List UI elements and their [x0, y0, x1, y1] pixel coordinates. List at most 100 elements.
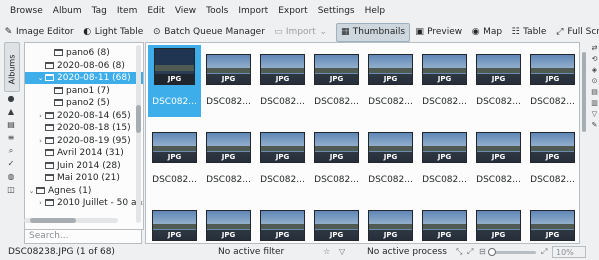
- tree-scroll-thumb[interactable]: [136, 105, 141, 133]
- chevron-down-icon[interactable]: ⌄: [27, 185, 36, 197]
- albums-tab[interactable]: Albums: [4, 42, 20, 92]
- chevron-right-icon[interactable]: ›: [36, 135, 45, 147]
- tree-vertical-scrollbar[interactable]: [136, 45, 141, 223]
- tree-item[interactable]: pano1 (7): [25, 85, 143, 97]
- tag-icon[interactable]: ●: [6, 94, 16, 104]
- tree-item[interactable]: Mai 2010 (21): [25, 172, 143, 184]
- light-table-button[interactable]: ◐ Light Table: [79, 24, 148, 41]
- thumbnail-item[interactable]: JPG: [256, 201, 309, 243]
- folder-icon: [45, 111, 54, 119]
- tree-item-label: 2010 Juillet - 50 ans: [57, 198, 144, 208]
- thumbnail-item[interactable]: JPG DSC082...: [526, 45, 579, 117]
- zoom-slider[interactable]: [488, 248, 536, 256]
- tree-item[interactable]: Juin 2014 (28): [25, 160, 143, 172]
- menu-item[interactable]: Item: [112, 0, 143, 22]
- geolocation-icon[interactable]: ⊙: [590, 77, 599, 85]
- menu-settings[interactable]: Settings: [313, 0, 360, 22]
- tree-item[interactable]: › 2010 Juillet - 50 ans: [25, 197, 144, 209]
- chevron-down-icon[interactable]: ⌄: [36, 72, 45, 84]
- import-button[interactable]: ▭ Import ⌄: [270, 24, 335, 41]
- thumbnail-item[interactable]: JPG DSC082...: [364, 45, 417, 117]
- thumbnail-item[interactable]: JPG DSC082...: [310, 123, 363, 195]
- menu-view[interactable]: View: [170, 0, 201, 22]
- album-search-input[interactable]: Search...: [24, 229, 142, 244]
- thumbnail-item[interactable]: JPG DSC082...: [364, 123, 417, 195]
- grid-scrollbar[interactable]: [582, 52, 586, 132]
- thumbnail-item[interactable]: JPG DSC082...: [418, 123, 471, 195]
- tree-item[interactable]: 2020-08-18 (15): [25, 122, 143, 134]
- jpg-badge: JPG: [369, 74, 412, 84]
- zoom-out-icon[interactable]: ⊟: [479, 244, 486, 260]
- menu-album[interactable]: Album: [48, 0, 87, 22]
- timeline-icon[interactable]: ≡: [6, 133, 16, 143]
- thumbnail-image: JPG: [206, 54, 251, 85]
- zoom-slider-knob[interactable]: [488, 248, 496, 256]
- people-icon[interactable]: ◫: [6, 185, 16, 195]
- tree-hscroll-thumb[interactable]: [30, 218, 76, 223]
- preview-button[interactable]: ▣ Preview: [411, 24, 466, 41]
- image-editor-button[interactable]: ✎ Image Editor: [0, 24, 78, 41]
- menu-edit[interactable]: Edit: [142, 0, 169, 22]
- dates-icon[interactable]: ▤: [6, 120, 16, 130]
- thumbnail-item[interactable]: JPG: [526, 201, 579, 243]
- fuzzy-search-icon[interactable]: ✓: [6, 159, 16, 169]
- thumbnail-item[interactable]: JPG: [418, 201, 471, 243]
- tree-item-label: pano2 (5): [66, 98, 110, 108]
- full-screen-button[interactable]: ⤢Full Screen: [551, 24, 599, 41]
- zoom-level[interactable]: 10%: [552, 246, 586, 258]
- zoom-fit-icon[interactable]: ⤢: [467, 244, 473, 260]
- tree-item[interactable]: pano2 (5): [25, 97, 143, 109]
- menu-tools[interactable]: Tools: [201, 0, 233, 22]
- properties-icon[interactable]: ⇄: [590, 44, 599, 52]
- batch-queue-button[interactable]: ⊙ Batch Queue Manager: [148, 24, 269, 41]
- thumbnails-button[interactable]: ▦ Thumbnails: [335, 22, 411, 42]
- menu-export[interactable]: Export: [273, 0, 312, 22]
- map-search-icon[interactable]: ◍: [6, 172, 16, 182]
- chevron-right-icon[interactable]: ›: [36, 110, 45, 122]
- thumbnail-item[interactable]: JPG DSC082...: [256, 123, 309, 195]
- thumbnail-item[interactable]: JPG: [148, 201, 201, 243]
- colors-icon[interactable]: ◈: [590, 66, 599, 74]
- search-icon[interactable]: ⌕: [6, 146, 16, 156]
- menu-import[interactable]: Import: [233, 0, 273, 22]
- thumbnail-item[interactable]: JPG DSC082...: [526, 123, 579, 195]
- thumbnail-item[interactable]: JPG DSC082...: [418, 45, 471, 117]
- thumbnail-item[interactable]: JPG: [310, 201, 363, 243]
- tree-item[interactable]: ⌄ 2020-08-11 (68): [25, 72, 143, 84]
- tree-item[interactable]: ⌄ Agnes (1): [25, 185, 143, 197]
- funnel-icon[interactable]: ▽: [339, 244, 345, 260]
- star-filter-icon[interactable]: ☆: [323, 244, 330, 260]
- thumbnail-item[interactable]: JPG DSC082...: [202, 123, 255, 195]
- metadata-icon[interactable]: ⟲: [590, 55, 599, 63]
- thumbnail-item[interactable]: JPG: [202, 201, 255, 243]
- thumbnail-item[interactable]: JPG: [472, 201, 525, 243]
- tree-item[interactable]: › 2020-08-19 (95): [25, 135, 143, 147]
- menu-tag[interactable]: Tag: [87, 0, 112, 22]
- map-button[interactable]: ◉ Map: [467, 24, 506, 41]
- thumbnail-item[interactable]: JPG DSC082...: [148, 45, 201, 117]
- chevron-right-icon[interactable]: ›: [36, 197, 45, 209]
- thumbnail-item[interactable]: JPG DSC082...: [202, 45, 255, 117]
- labels-icon[interactable]: ▲: [6, 107, 16, 117]
- filters-icon[interactable]: ▽: [590, 110, 599, 118]
- tree-item[interactable]: pano6 (8): [25, 47, 143, 59]
- zoom-in-icon[interactable]: ⤢: [541, 244, 547, 260]
- thumbnail-item[interactable]: JPG DSC082...: [472, 45, 525, 117]
- menu-help[interactable]: Help: [360, 0, 391, 22]
- thumbnail-item[interactable]: JPG DSC082...: [148, 123, 201, 195]
- menu-browse[interactable]: Browse: [0, 0, 48, 22]
- tree-item[interactable]: Avril 2014 (31): [25, 147, 143, 159]
- thumbnail-item[interactable]: JPG: [364, 201, 417, 243]
- thumbnail-item[interactable]: JPG DSC082...: [310, 45, 363, 117]
- tree-item-label: pano1 (7): [66, 85, 110, 96]
- table-button[interactable]: ☷ Table: [507, 24, 550, 41]
- thumbnail-item[interactable]: JPG DSC082...: [472, 123, 525, 195]
- tree-item[interactable]: 2020-08-06 (8): [25, 60, 143, 72]
- captions-icon[interactable]: ▤: [590, 88, 599, 96]
- versions-icon[interactable]: ▥: [590, 99, 599, 107]
- tree-item[interactable]: › 2020-08-14 (65): [25, 110, 143, 122]
- tools-icon[interactable]: ✎: [590, 121, 599, 129]
- tree-horizontal-scrollbar[interactable]: [24, 218, 118, 223]
- fit-icon[interactable]: ⤡: [456, 244, 462, 260]
- thumbnail-item[interactable]: JPG DSC082...: [256, 45, 309, 117]
